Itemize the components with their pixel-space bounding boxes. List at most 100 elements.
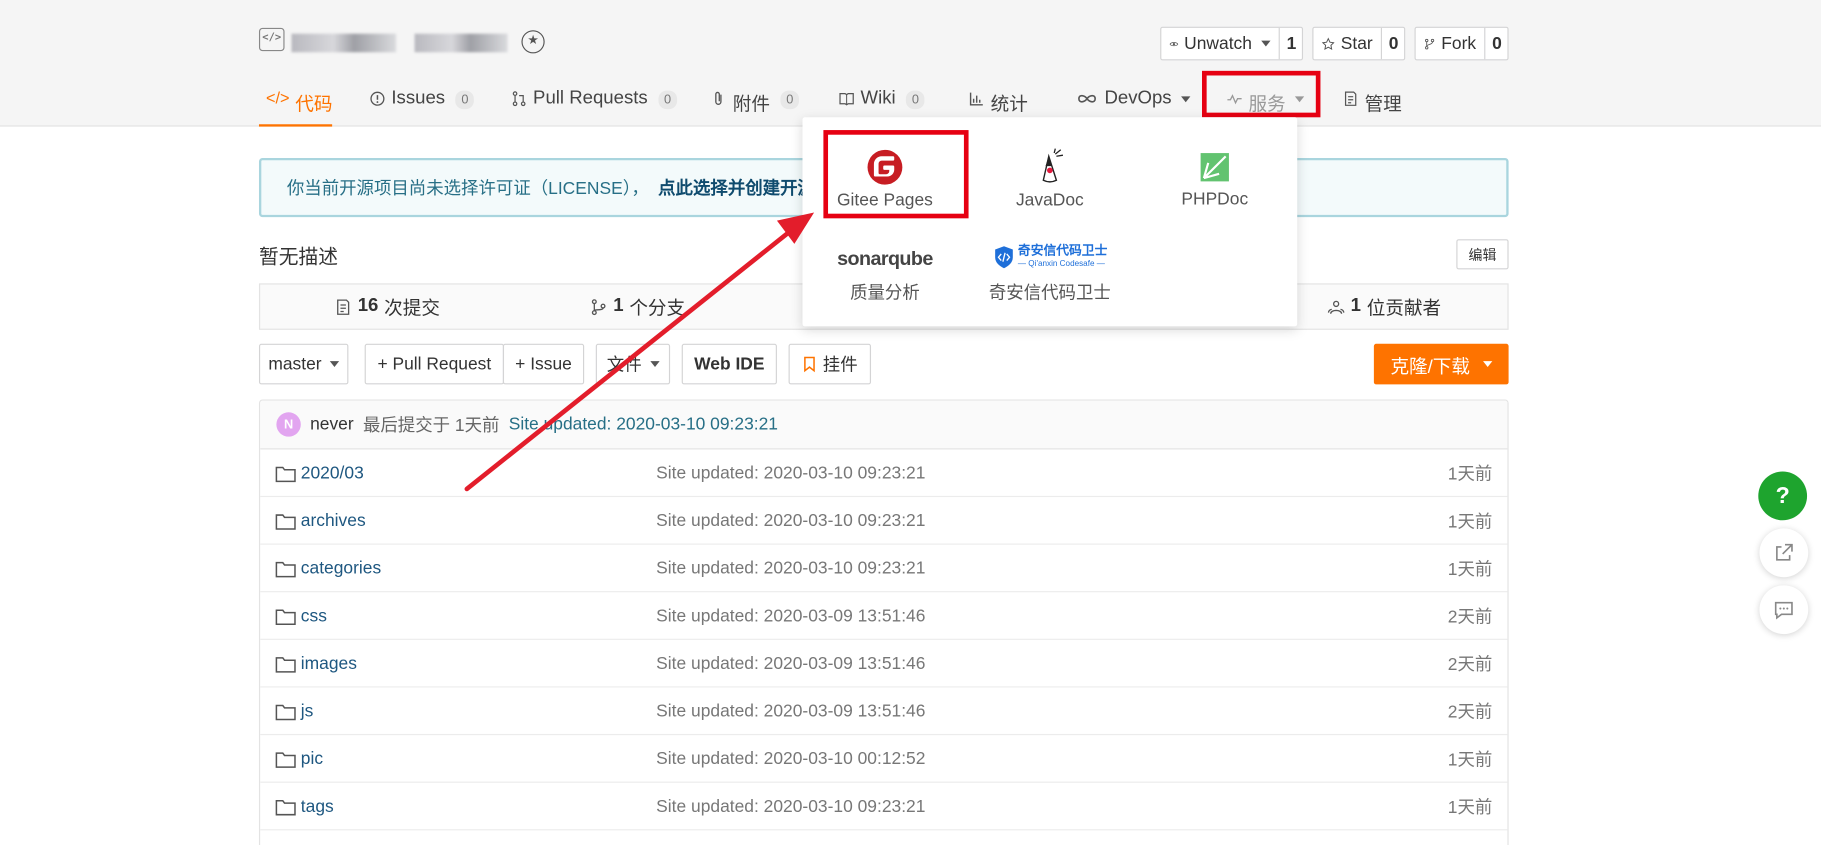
share-button[interactable] [1759, 528, 1809, 578]
file-menu-button[interactable]: 文件 [595, 343, 671, 385]
file-name[interactable]: css [301, 606, 327, 626]
table-row[interactable]: archives Site updated: 2020-03-10 09:23:2… [260, 497, 1508, 545]
folder-icon [275, 608, 296, 625]
table-row[interactable]: pic Site updated: 2020-03-10 00:12:52 1天前 [260, 735, 1508, 783]
star-button[interactable]: Star 0 [1312, 26, 1406, 61]
fork-count[interactable]: 0 [1484, 27, 1508, 60]
tab-code[interactable]: </> 代码 [258, 81, 332, 127]
clone-download-button[interactable]: 克隆/下载 [1373, 343, 1509, 385]
qianxin-logo-subtext: — Qi'anxin Codesafe — [1017, 260, 1105, 269]
file-name[interactable]: categories [301, 559, 381, 579]
chevron-down-icon [649, 361, 660, 367]
folder-icon [275, 799, 296, 815]
commit-list-icon [337, 298, 350, 315]
table-row[interactable]: categories Site updated: 2020-03-10 09:23… [260, 545, 1508, 593]
file-rows: 2020/03 Site updated: 2020-03-10 09:23:21… [260, 449, 1508, 831]
paperclip-icon [715, 91, 722, 105]
quality-analysis-item[interactable]: sonarqube 质量分析 [809, 243, 960, 305]
contributors-stat[interactable]: 1 位贡献者 [1327, 285, 1441, 329]
branch-select[interactable]: master [258, 343, 349, 385]
table-row[interactable]: css Site updated: 2020-03-09 13:51:46 2天前 [260, 592, 1508, 640]
folder-icon [275, 561, 296, 577]
widget-label: 挂件 [822, 355, 858, 376]
repo-description: 暂无描述 [258, 246, 338, 269]
file-commit-message[interactable]: Site updated: 2020-03-09 13:51:46 [656, 640, 925, 688]
file-name-link[interactable]: css [275, 592, 327, 640]
branches-count: 1 [613, 296, 624, 316]
file-name-link[interactable]: tags [275, 783, 334, 831]
repo-owner-redacted[interactable] [291, 33, 397, 53]
file-name[interactable]: images [301, 654, 357, 674]
tab-pull-requests[interactable]: Pull Requests 0 [511, 81, 677, 126]
qianxin-codesafe-item[interactable]: 奇安信代码卫士 — Qi'anxin Codesafe — 奇安信代码卫士 [974, 238, 1125, 304]
file-name[interactable]: tags [301, 797, 334, 817]
file-name[interactable]: pic [301, 749, 323, 769]
tab-issues[interactable]: Issues 0 [369, 81, 475, 126]
file-commit-message[interactable]: Site updated: 2020-03-10 00:12:52 [656, 735, 925, 783]
file-name[interactable]: 2020/03 [301, 463, 364, 483]
bar-chart-icon [969, 92, 983, 106]
tab-manage[interactable]: 管理 [1343, 81, 1402, 126]
widget-button[interactable]: 挂件 [788, 343, 872, 385]
file-name-link[interactable]: images [275, 640, 357, 688]
file-commit-message[interactable]: Site updated: 2020-03-09 13:51:46 [656, 592, 925, 640]
new-pull-request-button[interactable]: + Pull Request [364, 343, 505, 385]
file-commit-message[interactable]: Site updated: 2020-03-10 09:23:21 [656, 497, 925, 545]
tab-label: Wiki [860, 88, 896, 109]
commit-author[interactable]: never [310, 415, 354, 435]
choose-license-link[interactable]: 点此选择并创建开源 [658, 175, 815, 199]
file-name-link[interactable]: archives [275, 497, 366, 545]
file-name-link[interactable]: categories [275, 545, 381, 593]
table-row[interactable]: images Site updated: 2020-03-09 13:51:46 2… [260, 640, 1508, 688]
file-time: 1天前 [1447, 559, 1493, 580]
table-row[interactable]: tags Site updated: 2020-03-10 09:23:21 1天前 [260, 783, 1508, 831]
file-name[interactable]: archives [301, 511, 366, 531]
tab-attachments[interactable]: 附件 0 [711, 81, 800, 126]
code-icon: </> [265, 88, 290, 107]
fork-icon [1425, 38, 1435, 49]
clone-label: 克隆/下载 [1390, 357, 1470, 377]
commits-stat[interactable]: 16 次提交 [334, 285, 440, 329]
star-count[interactable]: 0 [1380, 27, 1405, 60]
javadoc-item[interactable]: JavaDoc [974, 146, 1125, 210]
repo-name-redacted[interactable] [414, 33, 508, 53]
file-name-link[interactable]: js [275, 688, 313, 736]
file-menu-label: 文件 [606, 355, 642, 376]
branch-icon [591, 298, 606, 315]
web-ide-button[interactable]: Web IDE [681, 343, 777, 385]
file-name-link[interactable]: pic [275, 735, 323, 783]
branches-stat[interactable]: 1 个分支 [590, 285, 685, 329]
commits-label: 次提交 [384, 299, 440, 320]
edit-description-button[interactable]: 编辑 [1456, 239, 1509, 270]
file-name-link[interactable]: 2020/03 [275, 449, 364, 497]
file-commit-message[interactable]: Site updated: 2020-03-10 09:23:21 [656, 783, 925, 831]
file-commit-message[interactable]: Site updated: 2020-03-10 09:23:21 [656, 545, 925, 593]
file-list: N never 最后提交于 1天前 Site updated: 2020-03-… [258, 399, 1509, 845]
table-row[interactable]: 2020/03 Site updated: 2020-03-10 09:23:21… [260, 449, 1508, 498]
feedback-button[interactable] [1759, 585, 1809, 635]
notice-text: 你当前开源项目尚未选择许可证（LICENSE）， [286, 178, 649, 199]
file-commit-message[interactable]: Site updated: 2020-03-10 09:23:21 [656, 449, 925, 497]
phpdoc-item[interactable]: PHPDoc [1139, 150, 1290, 209]
folder-icon [275, 513, 296, 530]
avatar[interactable]: N [276, 412, 301, 437]
help-button[interactable]: ? [1758, 471, 1808, 521]
file-name[interactable]: js [301, 701, 314, 721]
award-icon[interactable]: ★ [521, 30, 545, 54]
new-issue-button[interactable]: + Issue [502, 343, 585, 385]
tab-label: 附件 [732, 95, 770, 115]
watch-count[interactable]: 1 [1278, 27, 1303, 60]
table-row[interactable]: js Site updated: 2020-03-09 13:51:46 2天前 [260, 688, 1508, 736]
sonarqube-logo-text: sonarqube [837, 247, 933, 270]
last-commit-bar: N never 最后提交于 1天前 Site updated: 2020-03-… [260, 400, 1508, 450]
folder-icon [275, 704, 296, 720]
fork-button[interactable]: Fork 0 [1414, 26, 1509, 61]
phpdoc-icon [1200, 153, 1229, 182]
unwatch-button[interactable]: Unwatch 1 [1160, 26, 1304, 61]
chat-icon [1774, 601, 1793, 620]
commit-message[interactable]: Site updated: 2020-03-10 09:23:21 [509, 415, 778, 435]
pull-request-icon [512, 91, 526, 107]
tab-count: 0 [455, 90, 475, 110]
contributors-count: 1 [1350, 296, 1361, 316]
file-commit-message[interactable]: Site updated: 2020-03-09 13:51:46 [656, 688, 925, 736]
